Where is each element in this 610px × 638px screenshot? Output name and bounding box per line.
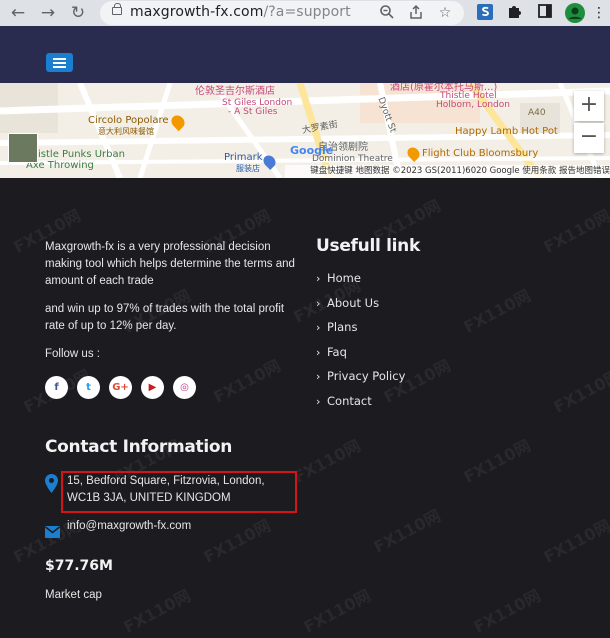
chevron-right-icon: ›: [316, 395, 321, 408]
share-icon[interactable]: [407, 4, 425, 22]
watermark: FX110网: [540, 205, 610, 257]
link-label: About Us: [327, 296, 380, 310]
google-logo: Google: [290, 144, 334, 157]
map-label: Circolo Popolare: [88, 115, 169, 126]
map-label: Flight Club Bloomsbury: [422, 148, 539, 159]
market-cap-label: Market cap: [45, 589, 102, 601]
side-panel-icon[interactable]: [535, 3, 555, 23]
market-cap-value: $77.76M: [45, 558, 113, 574]
watermark: FX110网: [540, 515, 610, 567]
chevron-right-icon: ›: [316, 346, 321, 359]
site-footer: FX110网 FX110网 FX110网 FX110网 FX110网 FX110网 FX11…: [0, 178, 610, 637]
watermark: FX110网: [210, 355, 284, 407]
map-label: A40: [528, 108, 546, 118]
facebook-glyph: f: [54, 382, 59, 393]
map-label: Holborn, London: [436, 100, 510, 110]
watermark: FX110网: [460, 285, 534, 337]
instagram-icon[interactable]: ◎: [173, 376, 196, 399]
twitter-glyph: t: [86, 382, 91, 393]
link-label: Faq: [327, 345, 347, 359]
google-plus-glyph: G+: [112, 382, 129, 393]
chevron-right-icon: ›: [316, 297, 321, 310]
hamburger-menu-button[interactable]: [46, 53, 73, 72]
reload-icon[interactable]: ↻: [68, 3, 88, 23]
about-paragraph: Maxgrowth-fx is a very professional deci…: [45, 241, 295, 287]
map-label: 服装店: [236, 164, 260, 173]
watermark: FX110网: [200, 515, 274, 567]
map-embed[interactable]: 伦敦圣吉尔斯酒店 St Giles London - A St Giles Ci…: [0, 83, 610, 178]
zoom-out-button[interactable]: −: [574, 123, 604, 153]
chevron-right-icon: ›: [316, 321, 321, 334]
contact-heading: Contact Information: [45, 437, 233, 457]
map-label: 意大利风味餐馆: [98, 127, 154, 136]
useful-links-heading: Usefull link: [316, 236, 420, 256]
contact-address: 15, Bedford Square, Fitzrovia, London, W…: [67, 475, 265, 504]
address-bar[interactable]: maxgrowth-fx.com/?a=support ☆: [100, 1, 464, 25]
watermark: FX110网: [550, 365, 610, 417]
footer-link-plans[interactable]: › Plans: [316, 320, 357, 334]
footer-link-faq[interactable]: › Faq: [316, 345, 347, 359]
zoom-icon[interactable]: [378, 4, 396, 22]
google-plus-icon[interactable]: G+: [109, 376, 132, 399]
link-label: Home: [327, 271, 361, 285]
map-label: Primark: [224, 152, 263, 163]
menu-kebab-icon[interactable]: ⋮: [592, 3, 606, 23]
footer-link-about-us[interactable]: › About Us: [316, 296, 379, 310]
watermark: FX110网: [370, 505, 444, 557]
twitter-icon[interactable]: t: [77, 376, 100, 399]
map-label: - A St Giles: [228, 107, 278, 117]
chevron-right-icon: ›: [316, 370, 321, 383]
link-label: Privacy Policy: [327, 369, 406, 383]
bookmark-star-icon[interactable]: ☆: [436, 4, 454, 22]
watermark: FX110网: [290, 435, 364, 487]
footer-link-privacy-policy[interactable]: › Privacy Policy: [316, 369, 405, 383]
footer-link-home[interactable]: › Home: [316, 271, 361, 285]
watermark: FX110网: [460, 435, 534, 487]
map-label: 伦敦圣吉尔斯酒店: [195, 86, 275, 97]
extension-s-icon[interactable]: [475, 3, 495, 23]
back-icon[interactable]: ←: [8, 3, 28, 23]
satellite-thumbnail[interactable]: [8, 133, 38, 163]
footer-link-contact[interactable]: › Contact: [316, 394, 372, 408]
map-label: Happy Lamb Hot Pot: [455, 126, 558, 137]
extensions-puzzle-icon[interactable]: [505, 3, 525, 23]
youtube-glyph: ▶: [148, 382, 157, 393]
browser-toolbar: ← → ↻ maxgrowth-fx.com/?a=support ☆ ⋮: [0, 0, 610, 26]
about-paragraph: and win up to 97% of trades with the tot…: [45, 303, 285, 332]
site-header: [0, 26, 610, 83]
follow-label: Follow us :: [45, 348, 100, 360]
watermark: FX110网: [120, 585, 194, 637]
location-pin-icon: [45, 474, 58, 497]
lock-icon: [112, 3, 122, 15]
map-attribution[interactable]: 键盘快捷键 地图数据 ©2023 GS(2011)6020 Google 使用条…: [285, 165, 610, 178]
about-text: Maxgrowth-fx is a very professional deci…: [45, 239, 295, 335]
profile-avatar-icon[interactable]: [565, 3, 585, 23]
link-label: Contact: [327, 394, 372, 408]
watermark: FX110网: [300, 585, 374, 637]
watermark: FX110网: [470, 585, 544, 637]
url-host: maxgrowth-fx.com: [130, 4, 264, 20]
url-text[interactable]: maxgrowth-fx.com/?a=support: [130, 4, 351, 20]
url-path: /?a=support: [263, 4, 351, 20]
youtube-icon[interactable]: ▶: [141, 376, 164, 399]
forward-icon[interactable]: →: [38, 3, 58, 23]
envelope-icon: [45, 523, 60, 542]
zoom-in-button[interactable]: +: [574, 91, 604, 121]
facebook-icon[interactable]: f: [45, 376, 68, 399]
chevron-right-icon: ›: [316, 272, 321, 285]
map-label: istle Punks Urban: [38, 149, 125, 160]
link-label: Plans: [327, 320, 358, 334]
contact-email[interactable]: info@maxgrowth-fx.com: [67, 520, 191, 532]
instagram-glyph: ◎: [180, 382, 189, 393]
